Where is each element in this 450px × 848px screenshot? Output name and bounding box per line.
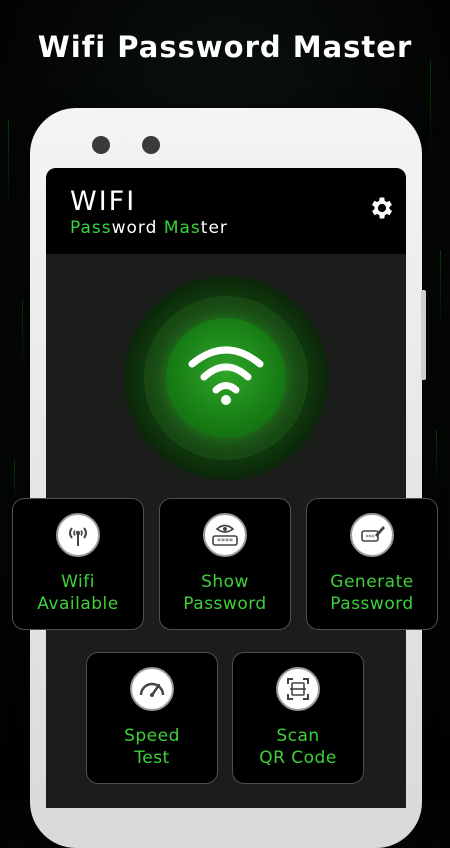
card-label: Wifi Available — [37, 572, 119, 614]
headline: Wifi Password Master — [37, 30, 413, 64]
password-eye-icon: **** — [203, 513, 247, 557]
svg-text:***: *** — [366, 534, 375, 541]
card-label: Speed Test — [124, 726, 180, 768]
subtitle-part: ter — [200, 218, 228, 238]
card-generate-password[interactable]: *** Generate Password — [306, 498, 438, 630]
subtitle-part: Pass — [70, 218, 112, 238]
app-subtitle: Password Master — [70, 218, 228, 238]
subtitle-part: Mas — [163, 218, 201, 238]
speedometer-icon — [130, 667, 174, 711]
app-title: WIFI — [70, 186, 137, 217]
card-label: Scan QR Code — [259, 726, 337, 768]
antenna-icon — [56, 513, 100, 557]
card-label: Show Password — [183, 572, 267, 614]
password-edit-icon: *** — [350, 513, 394, 557]
card-show-password[interactable]: **** Show Password — [159, 498, 291, 630]
card-scan-qr[interactable]: Scan QR Code — [232, 652, 364, 784]
camera-dot — [142, 136, 160, 154]
card-speed-test[interactable]: Speed Test — [86, 652, 218, 784]
camera-dot — [92, 136, 110, 154]
card-label: Generate Password — [330, 572, 414, 614]
qr-scan-icon — [276, 667, 320, 711]
wifi-main-button[interactable] — [166, 318, 286, 438]
side-button — [421, 290, 426, 380]
subtitle-part: word — [111, 218, 164, 238]
app-header: WIFI Password Master — [46, 168, 406, 254]
wifi-icon — [188, 346, 264, 405]
svg-text:****: **** — [217, 537, 233, 546]
gear-icon[interactable] — [368, 194, 396, 222]
card-wifi-available[interactable]: Wifi Available — [12, 498, 144, 630]
